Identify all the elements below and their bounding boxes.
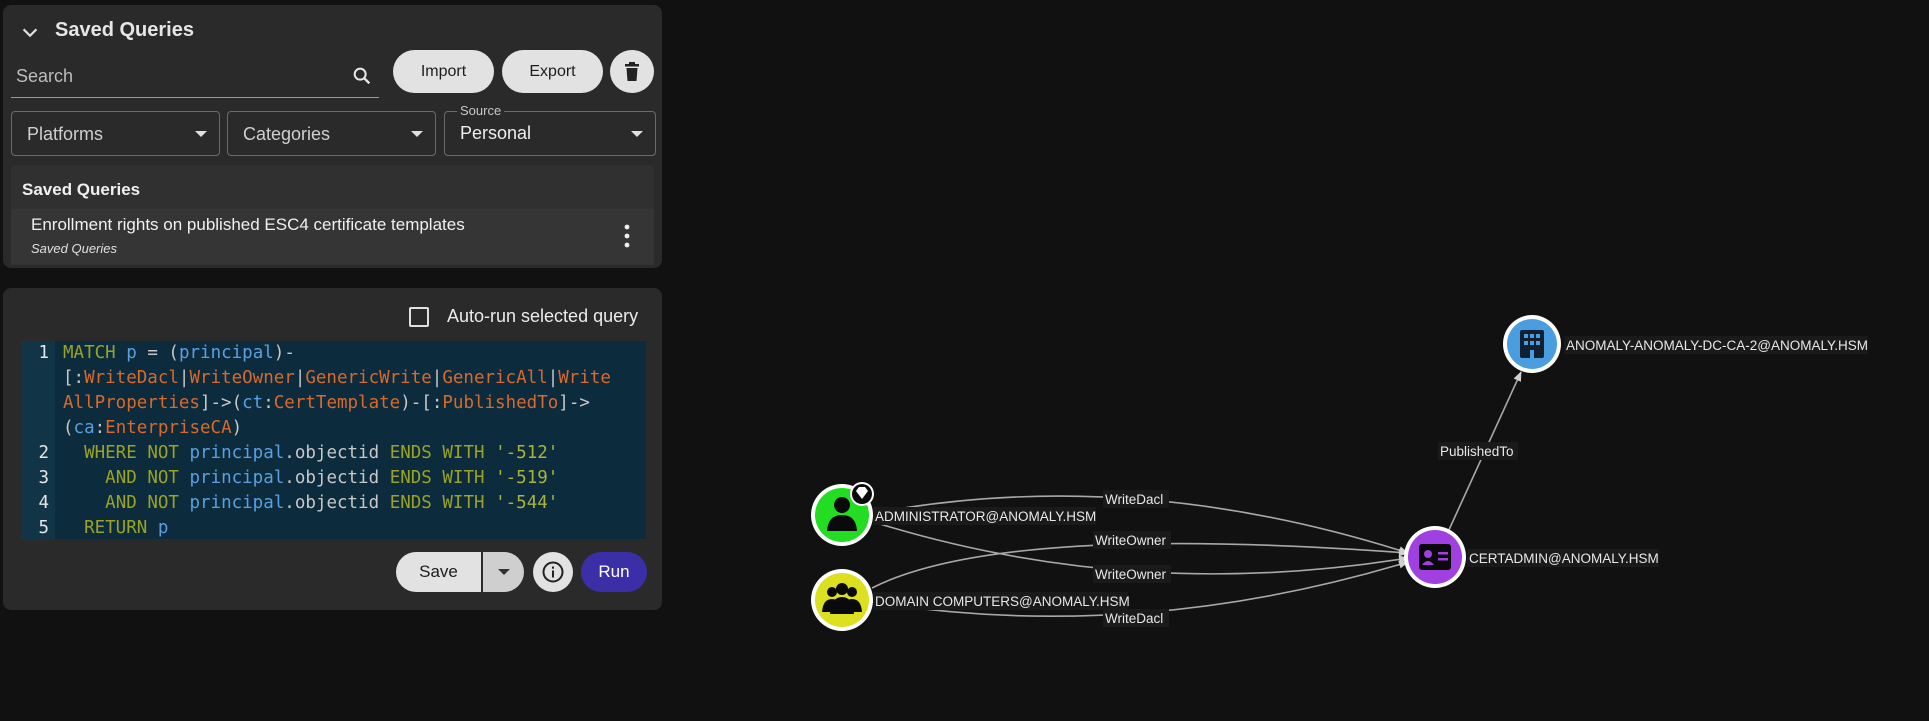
id-card-icon <box>1419 544 1451 570</box>
graph-node-domain-computers[interactable]: DOMAIN COMPUTERS@ANOMALY.HSM <box>811 569 1130 631</box>
graph-node-enterprise-ca[interactable]: ANOMALY-ANOMALY-DC-CA-2@ANOMALY.HSM <box>1503 315 1868 373</box>
node-label: CERTADMIN@ANOMALY.HSM <box>1469 551 1659 566</box>
graph-canvas[interactable]: PublishedTo WriteDacl WriteOwner WriteOw… <box>0 0 1929 721</box>
edge-label: PublishedTo <box>1440 444 1514 459</box>
node-label: DOMAIN COMPUTERS@ANOMALY.HSM <box>875 594 1130 609</box>
node-label: ANOMALY-ANOMALY-DC-CA-2@ANOMALY.HSM <box>1566 338 1868 353</box>
graph-node-certadmin[interactable]: CERTADMIN@ANOMALY.HSM <box>1404 526 1659 588</box>
node-label: ADMINISTRATOR@ANOMALY.HSM <box>875 509 1096 524</box>
edge-label: WriteDacl <box>1105 492 1163 507</box>
graph-node-administrator[interactable]: ADMINISTRATOR@ANOMALY.HSM <box>811 482 1096 546</box>
edge-label: WriteDacl <box>1105 611 1163 626</box>
edge-label: WriteOwner <box>1095 567 1167 582</box>
edge-label: WriteOwner <box>1095 533 1167 548</box>
building-icon <box>1520 330 1544 358</box>
gem-icon <box>850 482 874 506</box>
